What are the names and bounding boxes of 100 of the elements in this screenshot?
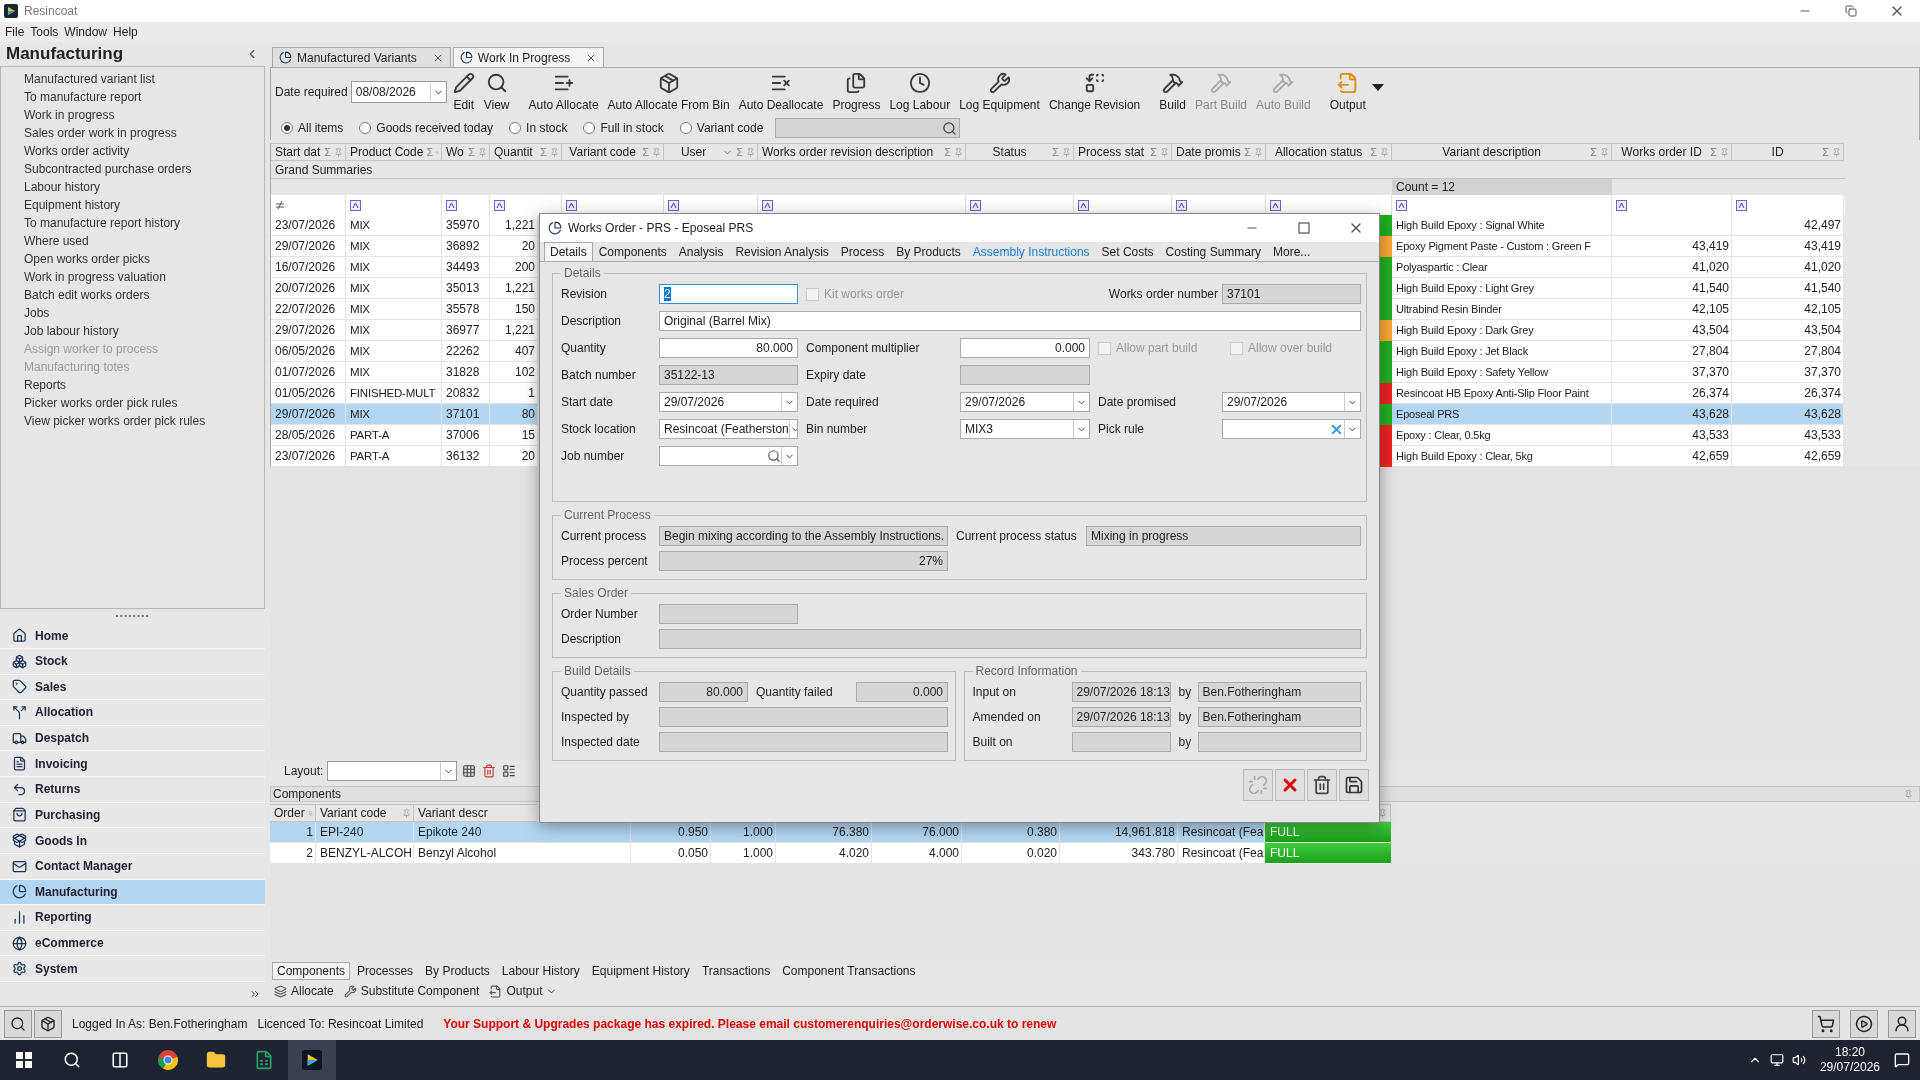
network-icon[interactable] [1769,1053,1784,1067]
filter-icon[interactable] [1176,199,1187,211]
input-field[interactable]: Original (Barrel Mix) [659,311,1361,331]
filter-icon[interactable] [566,199,577,211]
column-header[interactable]: Variant code Σ [562,143,664,161]
column-header[interactable]: Process stat Σ [1074,143,1172,161]
toolbar-button[interactable] [1339,769,1369,801]
filter-icon[interactable] [668,199,679,211]
toolbar-button[interactable]: Build [1156,70,1189,114]
column-header[interactable]: Quantit Σ [490,143,562,161]
app-button[interactable] [288,1040,336,1080]
sidebar-item[interactable]: Batch edit works orders [1,285,150,304]
filter-icon[interactable] [1736,199,1747,211]
nav-item[interactable]: Manufacturing [0,879,265,906]
toolbar-button[interactable]: Log Equipment [956,70,1043,114]
sidebar-item[interactable]: Work in progress [1,105,115,124]
column-header[interactable]: Works order ID Σ [1612,143,1732,161]
user-button[interactable] [1888,1009,1916,1038]
dropdown-field[interactable]: 29/07/2026 [659,392,798,412]
tab[interactable]: By Products [420,962,495,980]
layout-dropdown[interactable] [327,761,458,781]
tab[interactable]: Details [544,242,593,261]
cart-button[interactable] [1812,1009,1840,1038]
filter-icon[interactable] [1078,199,1089,211]
tab[interactable]: Component Transactions [777,962,921,980]
sidebar-item[interactable]: Work in progress valuation [1,267,166,286]
dropdown-field[interactable]: MIX3 [960,419,1090,439]
tab[interactable]: Process [834,242,891,261]
sidebar-item[interactable]: Picker works order pick rules [1,393,178,412]
tab[interactable]: Work In Progress [452,47,605,67]
filter-icon[interactable] [1396,199,1407,211]
toolbar-button[interactable]: Allocate [274,984,334,998]
toolbar-button[interactable]: Auto Allocate [525,70,602,114]
column-header[interactable]: Variant code [316,804,414,822]
toolbar-button[interactable]: Output [1326,70,1369,114]
sidebar-item[interactable]: Where used [1,231,89,250]
dropdown-field[interactable]: 29/07/2026 [960,392,1090,412]
toolbar-button[interactable]: Substitute Component [343,984,480,998]
column-header[interactable]: Wo Σ [442,143,490,161]
not-equal-icon[interactable] [275,200,285,210]
tab[interactable]: Revision Analysis [729,242,835,261]
filter-icon[interactable] [762,199,773,211]
sidebar-item[interactable]: Manufactured variant list [1,69,155,88]
tab[interactable]: Set Costs [1095,242,1160,261]
sidebar-item[interactable]: View picker works order pick rules [1,411,206,430]
radio-button[interactable] [583,122,596,134]
sidebar-item[interactable]: Subcontracted purchase orders [1,159,192,178]
tab[interactable]: Equipment History [586,962,695,980]
toolbar-button[interactable]: Log Labour [886,70,954,114]
sidebar-item[interactable]: Works order activity [1,141,130,160]
sidebar-item[interactable]: Jobs [1,303,50,322]
filter-icon[interactable] [1270,199,1281,211]
column-header[interactable]: Variant description Σ [1392,143,1612,161]
grid-button[interactable] [461,763,478,779]
sidebar-item[interactable]: To manufacture report history [1,213,181,232]
input-field[interactable]: 2 [659,284,798,304]
package-button[interactable] [34,1009,62,1038]
volume-icon[interactable] [1791,1053,1806,1067]
filter-icon[interactable] [446,199,457,211]
tab[interactable]: Analysis [672,242,730,261]
tab[interactable]: Processes [352,962,419,980]
sidebar-item[interactable]: Job labour history [1,321,119,340]
tab[interactable]: Components [272,962,351,980]
tab[interactable]: By Products [890,242,967,261]
sidebar-item[interactable]: Labour history [1,177,101,196]
column-header[interactable]: Works order revision description Σ [758,143,966,161]
toolbar-button[interactable]: Auto Allocate From Bin [604,70,733,114]
column-header[interactable]: ID Σ [1732,143,1844,161]
radio-button[interactable] [509,122,522,134]
column-header[interactable]: Order [270,804,316,822]
tab[interactable]: Transactions [696,962,776,980]
tab[interactable]: Costing Summary [1159,242,1267,261]
menu-item[interactable]: File [2,25,28,39]
column-header[interactable]: User Σ [664,143,758,161]
search-field[interactable] [775,118,961,138]
tab[interactable]: More... [1267,242,1317,261]
toolbar-button[interactable]: Edit [449,70,478,114]
sidebar-item[interactable]: Sales order work in progress [1,123,177,142]
tab[interactable]: Manufactured Variants [272,47,451,67]
filter-icon[interactable] [350,199,361,211]
toolbar-button[interactable]: Auto Deallocate [735,70,827,114]
lookup-field[interactable] [659,446,798,466]
sidebar-item[interactable]: Open works order picks [1,249,151,268]
notifications-icon[interactable] [1894,1052,1910,1068]
delete-layout-button[interactable] [481,763,498,779]
menu-item[interactable]: Help [110,25,141,39]
tab[interactable]: Components [592,242,673,261]
dropdown-arrow-icon[interactable] [1371,83,1384,91]
filter-icon[interactable] [494,199,505,211]
splitter-handle[interactable] [115,614,150,618]
clock[interactable]: 18:20 29/07/2026 [1813,1045,1886,1075]
toolbar-button[interactable]: Change Revision [1045,70,1144,114]
date-field[interactable]: 08/08/2026 [350,81,447,103]
menu-item[interactable]: Tools [27,25,62,39]
toolbar-button[interactable] [1307,769,1337,801]
dropdown-field[interactable]: 29/07/2026 [1222,392,1361,412]
filter-icon[interactable] [1616,199,1627,211]
radio-button[interactable] [679,122,692,134]
filter-icon[interactable] [970,199,981,211]
toolbar-button[interactable]: Output [489,984,558,998]
